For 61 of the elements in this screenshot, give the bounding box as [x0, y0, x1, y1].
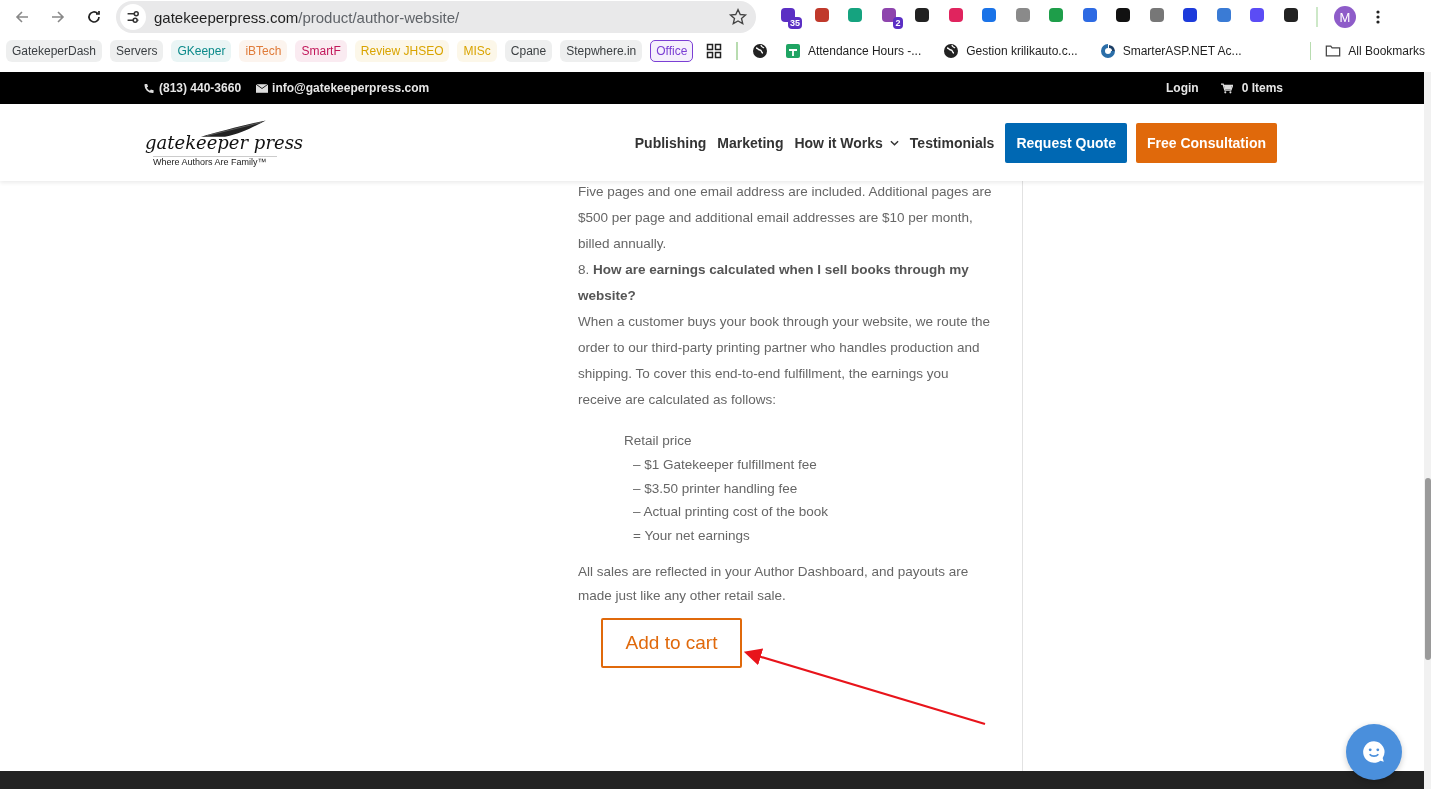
url-text: gatekeeperpress.com/product/author-website/ [154, 8, 461, 26]
cart-link[interactable]: 0 Items [1220, 81, 1283, 95]
extension-icon[interactable] [1114, 6, 1132, 24]
phone-icon [143, 82, 155, 94]
bookmark-link[interactable]: Gestion krilikauto.c... [943, 43, 1078, 59]
apps-grid-icon[interactable] [706, 43, 723, 59]
bookmark-chip[interactable]: GKeeper [171, 40, 232, 62]
bookmark-chip[interactable]: SmartF [295, 40, 347, 62]
body-text: 8. How are earnings calculated when I sell books through my website? [578, 261, 970, 305]
forward-icon[interactable] [50, 9, 66, 25]
chevron-down-icon [889, 139, 899, 146]
formula-line: = Your net earnings [632, 527, 751, 546]
scrollbar-thumb[interactable] [1425, 478, 1431, 660]
email-link[interactable]: info@gatekeeperpress.com [256, 81, 430, 95]
chat-button[interactable] [1346, 724, 1402, 780]
extension-icon[interactable] [879, 6, 898, 24]
nav-link[interactable]: Publishing [634, 134, 707, 151]
menu-icon[interactable] [1376, 9, 1380, 25]
bookmark-link[interactable]: Attendance Hours -... [784, 43, 922, 59]
bookmark-chip[interactable]: Cpane [504, 40, 553, 62]
logo-tagline: Where Authors Are Family™ [153, 156, 277, 167]
star-icon[interactable] [728, 7, 748, 27]
extension-icon[interactable] [1281, 6, 1300, 24]
nav-link[interactable]: Marketing [717, 134, 784, 151]
globe-icon[interactable] [943, 43, 960, 59]
extension-badge: 2 [893, 17, 903, 29]
login-link[interactable]: Login [1166, 81, 1199, 95]
cart-icon [1220, 82, 1233, 94]
reload-icon[interactable] [86, 9, 102, 25]
bookmark-chip[interactable]: Stepwhere.in [560, 40, 643, 62]
bookmark-chip[interactable]: Office [650, 40, 694, 62]
phone-link[interactable]: (813) 440-3660 [143, 81, 242, 95]
swirl-logo-icon[interactable] [1099, 43, 1116, 59]
extension-icon[interactable] [1181, 6, 1199, 24]
nav-link[interactable]: How it Works [794, 134, 899, 151]
body-text: Five pages and one email address are included. Additional pages are $500 per page and additional email addresses are $10 per month, billed annually. [578, 183, 993, 253]
formula-line: – $1 Gatekeeper fulfillment fee [632, 455, 818, 474]
body-text: All sales are reflected in your Author Dashboard, and payouts are made just like any other retail sale. [578, 563, 970, 605]
formula-line: – $3.50 printer handling fee [632, 479, 799, 498]
back-icon[interactable] [14, 9, 30, 25]
extension-badge: 35 [788, 17, 802, 29]
formula-line: – Actual printing cost of the book [632, 503, 830, 522]
bookmark-chip[interactable]: GatekeperDash [6, 40, 103, 62]
bookmark-link[interactable]: SmarterASP.NET Ac... [1099, 43, 1242, 59]
site-settings-icon[interactable] [120, 4, 146, 30]
folder-icon[interactable] [1325, 43, 1342, 59]
smiley-icon [1361, 739, 1387, 765]
body-text: When a customer buys your book through your website, we route the order to our third-party printing partner who handles production and shipping. To cover this end-to-end fulfillment, the earnings you receive are calculated as follows: [578, 313, 991, 409]
mail-icon [256, 82, 269, 94]
spreadsheet-icon[interactable] [784, 43, 801, 59]
address-bar[interactable]: gatekeeperpress.com/product/author-website/ [116, 1, 756, 33]
formula-line: Retail price [624, 432, 693, 450]
extension-icon[interactable] [913, 6, 931, 24]
logo-wordmark[interactable]: gatekeeper press [143, 130, 308, 156]
profile-avatar[interactable]: M [1334, 6, 1356, 28]
all-bookmarks-button[interactable]: All Bookmarks [1325, 43, 1425, 59]
header-button[interactable]: Request Quote [1005, 122, 1127, 163]
bookmark-chip[interactable]: Servers [110, 40, 164, 62]
nav-link[interactable]: Testimonials [909, 134, 995, 151]
scrollbar[interactable] [1424, 72, 1431, 789]
globe-icon[interactable] [751, 43, 768, 59]
